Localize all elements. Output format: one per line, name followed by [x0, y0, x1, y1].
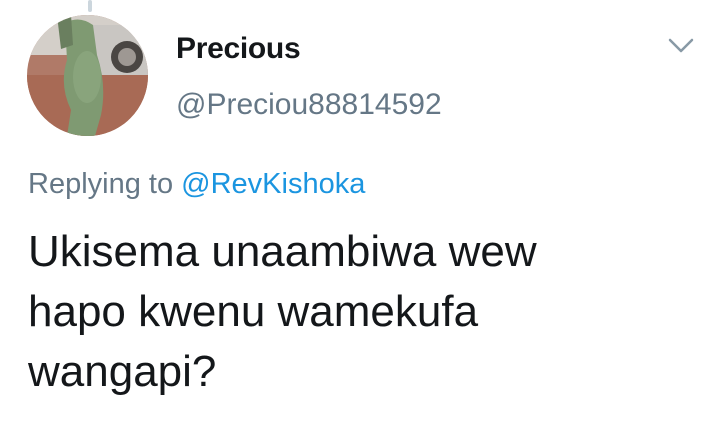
tweet-text-line: wangapi? [28, 347, 217, 396]
avatar[interactable] [27, 15, 148, 136]
chevron-down-icon[interactable] [667, 36, 695, 56]
author-handle[interactable]: @Preciou88814592 [176, 88, 442, 122]
tweet-text-line: hapo kwenu wamekufa [28, 287, 479, 336]
tweet-text-line: Ukisema unaambiwa wew [28, 227, 537, 276]
thread-connector-line [88, 0, 92, 12]
profile-photo-icon [27, 15, 148, 136]
replying-to-label: Replying to [28, 168, 174, 200]
reply-mention-link[interactable]: @RevKishoka [181, 168, 365, 200]
replying-to-line: Replying to @RevKishoka [28, 168, 365, 201]
tweet-text: Ukisema unaambiwa wew hapo kwenu wamekuf… [28, 222, 708, 402]
author-display-name[interactable]: Precious [176, 32, 301, 66]
